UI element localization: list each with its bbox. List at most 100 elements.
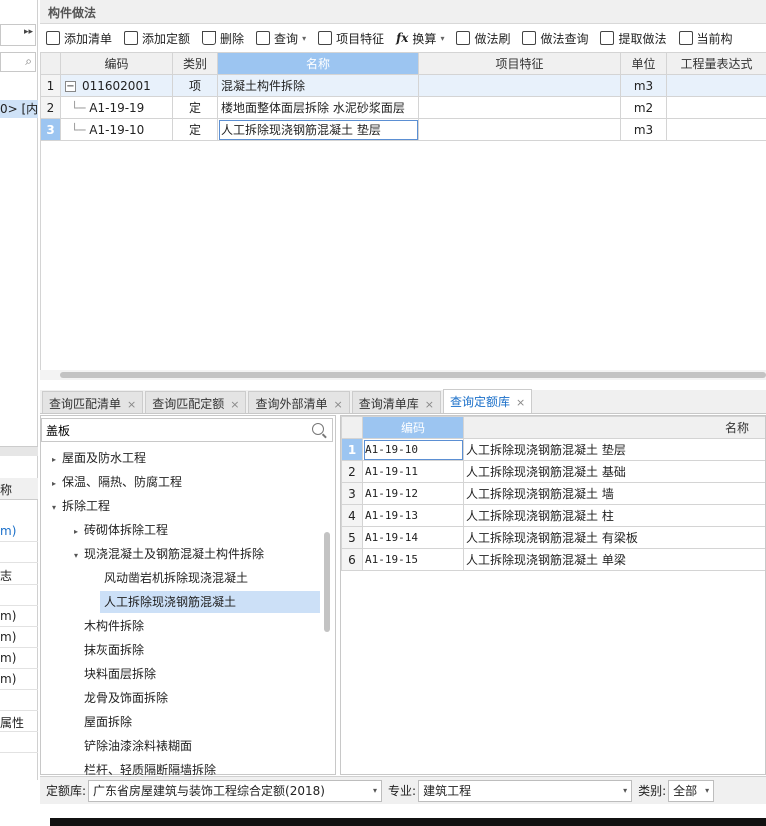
delete-button[interactable]: 删除 [196,26,250,50]
tree-item[interactable]: ▸ 屋面及防水工程 [52,447,146,469]
add-list-button[interactable]: 添加清单 [40,26,118,50]
name-cell[interactable]: 人工拆除现浇钢筋混凝土 有梁板 [463,526,765,549]
tree-item[interactable]: ▸ 砖砌体拆除工程 [74,519,168,541]
scrollbar-thumb[interactable] [60,372,766,378]
method-brush-button[interactable]: 做法刷 [450,26,516,50]
feature-cell[interactable] [418,74,621,97]
left-expand-input[interactable]: ▸▸ [0,24,36,46]
table-row[interactable]: 5 A1-19-14 人工拆除现浇钢筋混凝土 有梁板 [341,526,765,549]
code-cell[interactable]: A1-19-13 [362,504,464,527]
extract-method-button[interactable]: 提取做法 [594,26,672,50]
major-select[interactable]: 建筑工程 ▾ [418,779,633,802]
tree-item[interactable]: 屋面拆除 [84,711,132,733]
left-row[interactable]: m) [0,651,16,665]
table-row[interactable]: 1 −011602001 项 混凝土构件拆除 m3 [40,74,766,97]
table-row[interactable]: 4 A1-19-13 人工拆除现浇钢筋混凝土 柱 [341,504,765,527]
col-header-expression[interactable]: 工程量表达式 [666,52,766,75]
left-row[interactable]: m) [0,672,16,686]
col-header-name[interactable]: 名称 [217,52,419,75]
left-row[interactable]: 属性 [0,714,24,731]
col-header-name[interactable]: 名称 [463,416,765,439]
name-cell[interactable]: 人工拆除现浇钢筋混凝土 垫层 [463,438,765,461]
name-cell-editing[interactable]: 人工拆除现浇钢筋混凝土 垫层 [217,118,419,141]
vertical-scrollbar-thumb[interactable] [324,532,330,632]
table-row[interactable]: 6 A1-19-15 人工拆除现浇钢筋混凝土 单梁 [341,548,765,571]
tab-quota-library[interactable]: 查询定额库 × [442,389,533,413]
tree-item[interactable]: 龙骨及饰面拆除 [84,687,168,709]
current-component-button[interactable]: 当前构 [673,26,739,50]
table-row[interactable]: 2 └─ A1-19-19 定 楼地面整体面层拆除 水泥砂浆面层 m2 [40,96,766,119]
unit-cell[interactable]: m3 [620,118,667,141]
name-cell[interactable]: 混凝土构件拆除 [217,74,419,97]
name-cell[interactable]: 人工拆除现浇钢筋混凝土 单梁 [463,548,765,571]
project-feature-button[interactable]: 项目特征 [312,26,390,50]
code-cell[interactable]: A1-19-14 [362,526,464,549]
code-cell[interactable]: └─ A1-19-19 [60,96,173,119]
tree-item[interactable]: 木构件拆除 [84,615,144,637]
left-row[interactable]: 志 [0,567,12,584]
tab-match-list[interactable]: 查询匹配清单 × [42,391,144,413]
name-cell[interactable]: 人工拆除现浇钢筋混凝土 墙 [463,482,765,505]
feature-cell[interactable] [418,96,621,119]
tab-match-quota[interactable]: 查询匹配定额 × [145,391,247,413]
type-cell[interactable]: 项 [172,74,218,97]
name-cell[interactable]: 人工拆除现浇钢筋混凝土 柱 [463,504,765,527]
method-query-button[interactable]: 做法查询 [516,26,594,50]
name-cell[interactable]: 楼地面整体面层拆除 水泥砂浆面层 [217,96,419,119]
table-row[interactable]: 1 A1-19-10 人工拆除现浇钢筋混凝土 垫层 [341,438,765,461]
search-icon[interactable] [312,423,324,435]
type-cell[interactable]: 定 [172,118,218,141]
category-select[interactable]: 全部 ▾ [668,779,715,802]
table-row[interactable]: 3 └─ A1-19-10 定 人工拆除现浇钢筋混凝土 垫层 m3 [40,118,766,141]
col-header-unit[interactable]: 单位 [620,52,667,75]
expression-cell[interactable] [666,74,766,97]
tree-item[interactable]: 铲除油漆涂料裱糊面 [84,735,192,757]
tab-external-list[interactable]: 查询外部清单 × [248,391,350,413]
query-button[interactable]: 查询 ▾ [250,26,312,50]
left-row[interactable]: m) [0,524,16,538]
chevron-right-icon[interactable]: ▸ [52,449,62,471]
expression-cell[interactable] [666,118,766,141]
collapse-icon[interactable]: − [65,80,76,92]
left-selected-row[interactable]: 0> [内 [0,100,38,118]
close-icon[interactable]: × [333,398,342,411]
tab-list-library[interactable]: 查询清单库 × [351,391,441,413]
code-cell[interactable]: └─ A1-19-10 [60,118,173,141]
code-cell[interactable]: A1-19-12 [362,482,464,505]
left-row[interactable]: m) [0,630,16,644]
quota-lib-select[interactable]: 广东省房屋建筑与装饰工程综合定额(2018) ▾ [88,779,383,802]
close-icon[interactable]: × [230,398,239,411]
tree-item[interactable]: ▾ 现浇混凝土及钢筋混凝土构件拆除 [74,543,264,565]
tree-item[interactable]: 抹灰面拆除 [84,639,144,661]
tree-item-selected[interactable]: 人工拆除现浇钢筋混凝土 [100,591,320,613]
chevron-right-icon[interactable]: ▸ [74,521,84,543]
close-icon[interactable]: × [516,396,525,409]
left-search-input[interactable]: ⌕ [0,52,36,72]
close-icon[interactable]: × [425,398,434,411]
tree-item[interactable]: 块料面层拆除 [84,663,156,685]
chevron-right-icon[interactable]: ▸ [52,473,62,495]
col-header-code[interactable]: 编码 [60,52,173,75]
expand-right-icon[interactable]: ▸▸ [24,27,33,37]
chevron-down-icon[interactable]: ▾ [52,497,62,519]
left-row[interactable]: m) [0,609,16,623]
convert-button[interactable]: fx 换算 ▾ [390,26,450,50]
code-cell[interactable]: A1-19-11 [362,460,464,483]
unit-cell[interactable]: m2 [620,96,667,119]
col-header-feature[interactable]: 项目特征 [418,52,621,75]
code-cell[interactable]: A1-19-15 [362,548,464,571]
tree-search-input[interactable] [41,418,333,442]
name-cell[interactable]: 人工拆除现浇钢筋混凝土 基础 [463,460,765,483]
feature-cell[interactable] [418,118,621,141]
expression-cell[interactable] [666,96,766,119]
code-cell[interactable]: −011602001 [60,74,173,97]
table-row[interactable]: 3 A1-19-12 人工拆除现浇钢筋混凝土 墙 [341,482,765,505]
type-cell[interactable]: 定 [172,96,218,119]
close-icon[interactable]: × [127,398,136,411]
tree-item[interactable]: ▾ 拆除工程 [52,495,110,517]
chevron-down-icon[interactable]: ▾ [74,545,84,567]
code-cell[interactable]: A1-19-10 [362,438,464,461]
tree-item[interactable]: 风动凿岩机拆除现浇混凝土 [104,567,248,589]
col-header-code[interactable]: 编码 [362,416,464,439]
col-header-type[interactable]: 类别 [172,52,218,75]
